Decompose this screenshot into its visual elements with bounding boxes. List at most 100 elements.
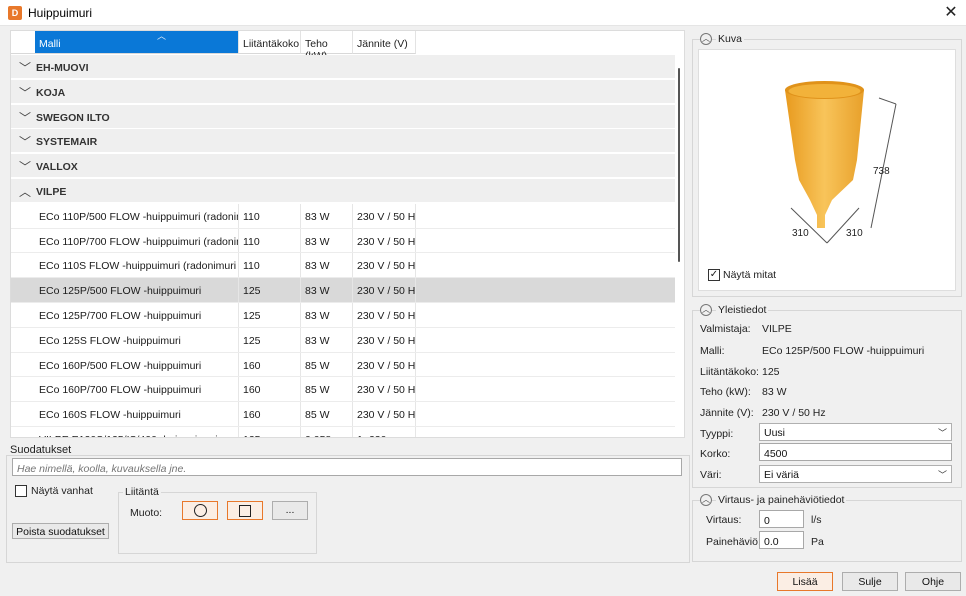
table-cell: ECo 110P/500 FLOW -huippuimuri (radonimu… [35,203,239,228]
dimension-height: 738 [873,166,890,177]
table-cell: ECo 125S FLOW -huippuimuri [35,327,239,352]
close-window-button[interactable]: ✕ [936,0,966,26]
table-row[interactable]: VILPE E120S/125/IS/400 -huippuimuri1250,… [11,427,675,437]
group-name: KOJA [36,86,66,99]
table-cell: 83 W [301,228,353,253]
table-cell: 230 V / 50 Hz [353,228,416,253]
table-row[interactable]: ECo 160P/500 FLOW -huippuimuri 160 85 W 230… [11,352,675,378]
table-cell: ECo 110S FLOW -huippuimuri (radonimuri [35,253,239,278]
table-row[interactable]: ECo 110P/500 FLOW -huippuimuri (radonimu… [11,203,675,229]
group-row[interactable]: ﹀ SYSTEMAIR [11,129,675,154]
pressure-unit: Pa [811,536,824,548]
close-button[interactable]: Sulje [842,572,898,591]
chevron-up-icon[interactable]: ︿ [19,183,31,200]
table-cell: 85 W [301,377,353,402]
flow-input[interactable] [759,510,804,528]
rectangular-shape-button[interactable] [227,501,263,520]
group-row[interactable]: ﹀ EH-MUOVI [11,55,675,79]
column-header-voltage[interactable]: Jännite (V) [353,31,416,54]
sort-ascending-icon: ︿ [157,31,167,41]
table-cell: 83 W [301,253,353,278]
flow-label: Virtaus: [706,514,742,526]
table-cell: 0,058 [301,427,353,437]
group-row[interactable]: ﹀ SWEGON ILTO [11,104,675,129]
pressure-label: Painehäviö: [706,536,761,548]
general-info-panel [692,310,962,488]
group-name: VALLOX [36,161,78,174]
table-cell: 110 [239,228,301,253]
collapse-image-icon[interactable]: ︿ [700,33,712,45]
table-cell: 83 W [301,303,353,327]
table-row[interactable]: ECo 110P/700 FLOW -huippuimuri (radonimu… [11,228,675,254]
flow-unit: l/s [811,514,822,526]
color-select[interactable]: Ei väriä ﹀ [759,465,952,483]
height-label: Korko: [700,448,731,460]
size-label: Liitäntäkoko: [700,366,759,378]
help-button[interactable]: Ohje [905,572,961,591]
chevron-down-icon[interactable]: ﹀ [19,133,31,150]
pressure-input[interactable] [759,531,804,549]
group-row[interactable]: ︿ VILPE [11,179,675,203]
column-header-label: Malli [39,38,61,50]
add-button[interactable]: Lisää [777,572,833,591]
table-row[interactable]: ECo 125P/700 FLOW -huippuimuri 125 83 W 230… [11,303,675,328]
table-cell: VILPE E120S/125/IS/400 -huippuimuri [35,427,239,437]
grid-scrollbar[interactable] [678,68,680,262]
group-row[interactable]: ﹀ KOJA [11,79,675,104]
table-cell: 85 W [301,352,353,377]
table-cell: ECo 125P/500 FLOW -huippuimuri [35,278,239,302]
chevron-down-icon[interactable]: ﹀ [19,59,31,76]
group-name: VILPE [36,186,67,198]
title-bar [0,0,966,26]
type-select[interactable]: Uusi ﹀ [759,423,952,441]
type-select-value: Uusi [764,427,786,439]
checkmark-icon: ✓ [709,269,719,280]
type-label: Tyyppi: [700,428,734,440]
clear-filters-button[interactable]: Poista suodatukset [12,523,109,539]
power-label: Teho (kW): [700,386,751,398]
app-icon: D [8,6,22,20]
size-value: 125 [762,366,780,378]
dimension-width-right: 310 [846,228,863,239]
table-row[interactable]: ECo 160P/700 FLOW -huippuimuri 160 85 W 230… [11,377,675,403]
group-row[interactable]: ﹀ VALLOX [11,154,675,179]
chevron-down-icon[interactable]: ﹀ [19,84,31,101]
voltage-label: Jännite (V): [700,407,754,419]
height-input[interactable] [759,443,952,461]
table-cell: ECo 160P/700 FLOW -huippuimuri [35,377,239,402]
row-header-corner [11,31,35,54]
table-row[interactable]: ECo 160S FLOW -huippuimuri 160 85 W 230 V /… [11,402,675,427]
round-shape-button[interactable] [182,501,218,520]
table-cell: 83 W [301,203,353,228]
table-cell: 230 V / 50 Hz [353,352,416,377]
column-header-size[interactable]: Liitäntäkoko [239,31,301,54]
chevron-down-icon[interactable]: ﹀ [19,109,31,126]
color-label: Väri: [700,469,722,481]
table-row[interactable]: ECo 110S FLOW -huippuimuri (radonimuri 11… [11,253,675,279]
column-header-power[interactable]: Teho (kW) [301,31,353,62]
table-cell: 230 V / 50 Hz [353,203,416,228]
color-select-value: Ei väriä [764,469,800,481]
more-shapes-button[interactable]: ... [272,501,308,520]
show-dimensions-checkbox[interactable]: ✓ [708,269,720,281]
square-icon [239,505,251,517]
group-name: SWEGON ILTO [36,111,110,124]
model-value: ECo 125P/500 FLOW -huippuimuri [762,345,925,357]
table-cell: 110 [239,253,301,278]
table-cell: 125 [239,427,301,437]
table-cell: ECo 160S FLOW -huippuimuri [35,402,239,426]
general-info-title: Yleistiedot [716,304,769,316]
collapse-flow-icon[interactable]: ︿ [700,494,712,506]
table-row[interactable]: ECo 125P/500 FLOW -huippuimuri 125 83 W 230… [11,278,675,303]
table-cell: 125 [239,278,301,302]
image-panel-title: Kuva [716,33,744,45]
search-input[interactable] [12,458,682,476]
chevron-down-icon: ﹀ [937,428,947,438]
show-old-checkbox[interactable] [15,485,27,497]
chevron-down-icon[interactable]: ﹀ [19,158,31,175]
group-name: EH-MUOVI [36,62,89,74]
table-row[interactable]: ECo 125S FLOW -huippuimuri 125 83 W 230 V /… [11,327,675,353]
group-name: SYSTEMAIR [36,136,98,149]
collapse-general-icon[interactable]: ︿ [700,304,712,316]
column-header-model[interactable]: Malli ︿ [35,31,239,54]
